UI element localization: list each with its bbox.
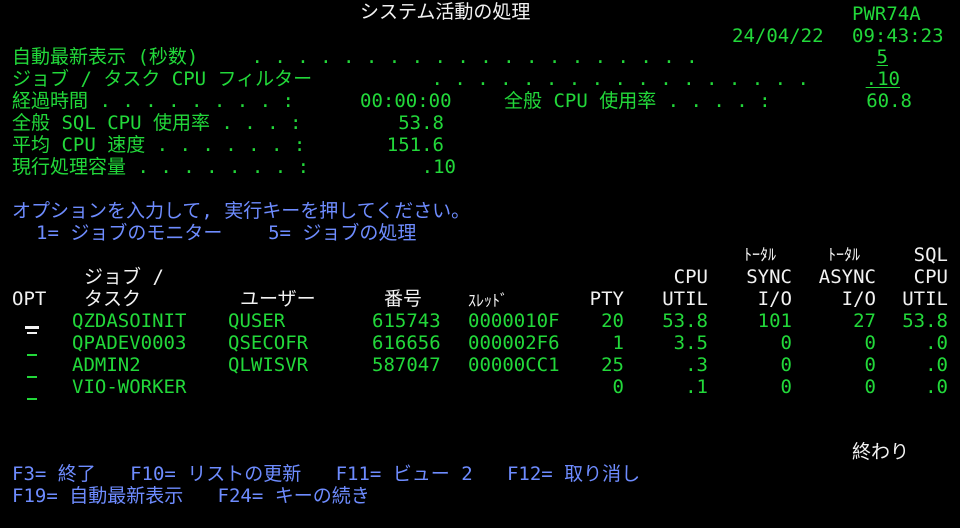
col-header-async-line1: ASYNC (818, 266, 876, 288)
sql-cpu-label: 全般 SQL CPU 使用率 . . . : (12, 112, 302, 134)
capacity-label: 現行処理容量 . . . . . . . : (12, 156, 310, 178)
job-pty: 25 (601, 354, 624, 376)
col-header-opt: OPT (12, 288, 47, 310)
col-header-number: 番号 (384, 288, 423, 310)
text-cursor (25, 326, 39, 329)
job-name: ADMIN2 (72, 354, 141, 376)
col-header-sql: SQL (913, 244, 948, 266)
col-header-sync-total: ﾄｰﾀﾙ (744, 245, 777, 264)
col-header-sync-line1: SYNC (746, 266, 792, 288)
cpu-filter-input[interactable]: .10 (852, 68, 900, 90)
job-cpu-util: .3 (685, 354, 708, 376)
opt-input[interactable] (27, 398, 37, 400)
job-sql-cpu: .0 (925, 332, 948, 354)
capacity-value: .10 (421, 156, 456, 178)
overall-cpu-label: 全般 CPU 使用率 . . . . : (504, 90, 771, 112)
job-thread: 00000CC1 (468, 354, 560, 376)
col-header-async-line2: I/O (841, 288, 876, 310)
job-thread: 0000010F (468, 310, 560, 332)
col-header-thread: ｽﾚｯﾄﾞ (468, 291, 509, 310)
job-name: QPADEV0003 (72, 332, 187, 354)
auto-refresh-label: 自動最新表示 (秒数) (12, 46, 199, 68)
job-sql-cpu: 53.8 (902, 310, 948, 332)
job-sync-io: 0 (780, 354, 792, 376)
job-cpu-util: 3.5 (673, 332, 708, 354)
job-cpu-util: 53.8 (662, 310, 708, 332)
col-header-pty: PTY (589, 288, 624, 310)
auto-refresh-input[interactable]: 5 (852, 46, 888, 68)
overall-cpu-value: 60.8 (866, 90, 912, 112)
job-name: QZDASOINIT (72, 310, 187, 332)
job-number: 587047 (372, 354, 441, 376)
job-pty: 0 (612, 376, 624, 398)
col-header-sql-line1: CPU (913, 266, 948, 288)
job-async-io: 0 (864, 332, 876, 354)
time-display: 09:43:23 (852, 25, 944, 47)
date-display: 24/04/22 (732, 25, 824, 47)
function-keys-line1[interactable]: F3= 終了 F10= リストの更新 F11= ビュー 2 F12= 取り消し (12, 463, 640, 485)
job-pty: 1 (612, 332, 624, 354)
col-header-job-line1: ジョブ / (84, 266, 164, 288)
opt-input[interactable] (27, 354, 37, 356)
job-name: VIO-WORKER (72, 376, 187, 398)
col-header-cpu-line2: UTIL (662, 288, 708, 310)
function-keys-line2[interactable]: F19= 自動最新表示 F24= キーの続き (12, 485, 370, 507)
avg-cpu-label: 平均 CPU 速度 . . . . . . : (12, 134, 306, 156)
job-sql-cpu: .0 (925, 376, 948, 398)
end-of-list: 終わり (852, 441, 910, 463)
elapsed-time-label: 経過時間 . . . . . . . . : (12, 90, 294, 112)
opt-input[interactable] (27, 376, 37, 378)
col-header-sync-line2: I/O (757, 288, 792, 310)
job-async-io: 27 (853, 310, 876, 332)
job-number: 615743 (372, 310, 441, 332)
job-sql-cpu: .0 (925, 354, 948, 376)
job-user: QLWISVR (228, 354, 309, 376)
col-header-sql-line2: UTIL (902, 288, 948, 310)
job-user: QSECOFR (228, 332, 309, 354)
col-header-async-total: ﾄｰﾀﾙ (828, 245, 861, 264)
job-sync-io: 0 (780, 376, 792, 398)
col-header-cpu-line1: CPU (673, 266, 708, 288)
job-user: QUSER (228, 310, 286, 332)
system-name: PWR74A (852, 3, 921, 25)
job-async-io: 0 (864, 376, 876, 398)
elapsed-time-value: 00:00:00 (360, 90, 452, 112)
auto-refresh-dots: . . . . . . . . . . . . . . . . . . . . (240, 46, 698, 68)
col-header-job-line2: タスク (84, 288, 142, 310)
avg-cpu-value: 151.6 (386, 134, 444, 156)
instruction-prompt: オプションを入力して, 実行キーを押してください。 (12, 200, 471, 222)
job-sync-io: 0 (780, 332, 792, 354)
job-sync-io: 101 (757, 310, 792, 332)
opt-input[interactable] (27, 332, 37, 334)
cpu-filter-dots: . . . . . . . . . . . . . . . . . (420, 68, 809, 90)
job-thread: 000002F6 (468, 332, 560, 354)
job-cpu-util: .1 (685, 376, 708, 398)
col-header-user: ユーザー (240, 288, 316, 310)
screen-title: システム活動の処理 (360, 1, 531, 23)
sql-cpu-value: 53.8 (398, 112, 444, 134)
job-async-io: 0 (864, 354, 876, 376)
option-list: 1= ジョブのモニター 5= ジョブの処理 (36, 222, 417, 244)
job-number: 616656 (372, 332, 441, 354)
job-pty: 20 (601, 310, 624, 332)
cpu-filter-label: ジョブ / タスク CPU フィルター (12, 68, 313, 90)
